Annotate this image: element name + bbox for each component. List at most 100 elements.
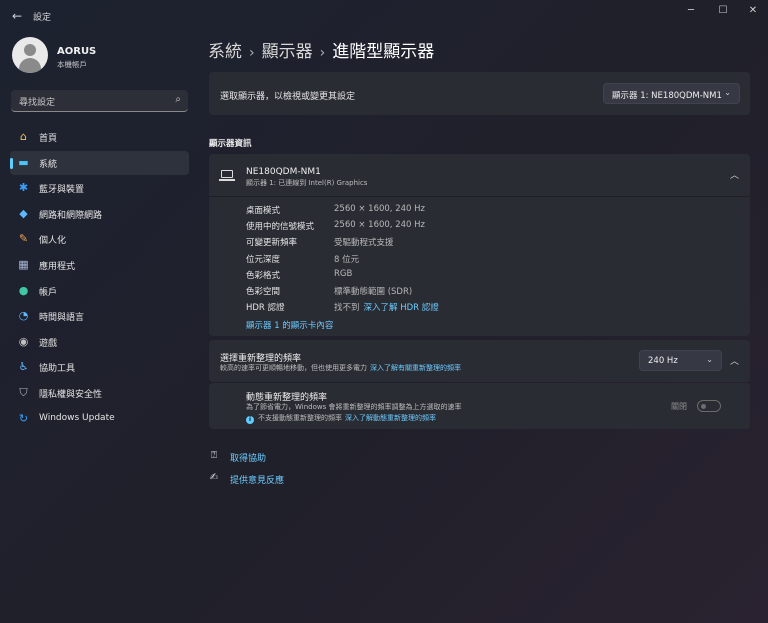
chevron-up-icon[interactable]: ︿ bbox=[730, 354, 739, 367]
avatar-body bbox=[19, 58, 41, 73]
close-button[interactable]: ✕ bbox=[738, 3, 768, 19]
breadcrumb: 系統 › 顯示器 › 進階型顯示器 bbox=[208, 37, 434, 62]
info-value-text: RGB bbox=[334, 268, 353, 279]
sidebar-item[interactable]: ⌂ 首頁 bbox=[10, 125, 189, 149]
display-info-header[interactable]: NE180QDM-NM1 顯示器 1: 已連線到 Intel(R) Graphi… bbox=[209, 154, 750, 197]
search-icon[interactable]: ⌕ bbox=[175, 94, 181, 105]
app-title: 設定 bbox=[33, 13, 52, 23]
sidebar-item[interactable]: ◉ 遊戲 bbox=[10, 330, 189, 354]
sidebar-item-label: 系統 bbox=[39, 159, 58, 170]
toggle-knob bbox=[701, 403, 706, 409]
accessibility-icon: ♿ bbox=[18, 360, 29, 374]
sidebar-item[interactable]: ▦ 應用程式 bbox=[10, 253, 189, 277]
sidebar-item[interactable]: ✱ 藍牙與裝置 bbox=[10, 176, 189, 200]
shield-icon: ⛉ bbox=[19, 385, 28, 399]
sidebar-item[interactable]: ♿ 協助工具 bbox=[10, 355, 189, 379]
search-input[interactable]: 尋找設定 ⌕ bbox=[11, 90, 188, 112]
globe-clock-icon: ◔ bbox=[18, 309, 29, 323]
dynamic-refresh-subtitle: 為了節省電力，Windows 會將重新整理的頻率調整為上方選取的速率 bbox=[246, 403, 462, 411]
sidebar-nav: ⌂ 首頁 ▬ 系統 ✱ 藍牙與裝置 ◆ 網路和網際網路 ✎ 個人化 ▦ 應用程式 ● 帳戶 ◔ 時間與語言 ◉ 遊… bbox=[10, 125, 189, 432]
sidebar-item-label: Windows Update bbox=[39, 412, 115, 423]
info-value: 8 位元 bbox=[334, 253, 359, 265]
refresh-rate-subtitle: 較高的速率可更順暢地移動，但也使用更多電力 深入了解有關重新整理的頻率 bbox=[220, 363, 461, 373]
info-value-text: 標準動態範圍 (SDR) bbox=[334, 286, 413, 297]
info-value-text: 受驅動程式支援 bbox=[334, 238, 394, 249]
sidebar-item-label: 帳戶 bbox=[39, 287, 58, 298]
info-value-text: 找不到 bbox=[334, 303, 360, 314]
account-icon: ● bbox=[18, 283, 29, 297]
info-key: HDR 認證 bbox=[246, 303, 285, 314]
monitor-name: NE180QDM-NM1 bbox=[246, 167, 321, 177]
section-title-display-info: 顯示器資訊 bbox=[209, 139, 252, 149]
help-chat-icon: ⍰ bbox=[211, 450, 217, 461]
display-dropdown[interactable]: 顯示器 1: NE180QDM-NM1 ⌄ bbox=[603, 83, 740, 104]
info-key: 可變更新頻率 bbox=[246, 238, 298, 249]
search-placeholder: 尋找設定 bbox=[19, 98, 56, 108]
display-select-label: 選取顯示器，以檢視或變更其設定 bbox=[220, 92, 356, 102]
breadcrumb-system[interactable]: 系統 bbox=[208, 42, 242, 62]
sidebar-item-label: 網路和網際網路 bbox=[39, 210, 103, 221]
feedback-icon: ✍ bbox=[209, 472, 219, 483]
bluetooth-icon: ✱ bbox=[18, 181, 29, 195]
maximize-button[interactable]: ☐ bbox=[708, 3, 738, 19]
display-dropdown-value: 顯示器 1: NE180QDM-NM1 bbox=[612, 91, 722, 101]
display-select-card: 選取顯示器，以檢視或變更其設定 顯示器 1: NE180QDM-NM1 ⌄ bbox=[209, 72, 750, 115]
sidebar-item[interactable]: ▬ 系統 bbox=[10, 150, 189, 175]
dynamic-refresh-toggle[interactable] bbox=[697, 400, 721, 412]
system-icon: ▬ bbox=[18, 155, 29, 169]
dynamic-refresh-note: i 不支援動態重新整理的頻率 深入了解動態重新整理的頻率 bbox=[246, 413, 436, 424]
info-key: 位元深度 bbox=[246, 254, 281, 265]
back-arrow-icon[interactable]: ← bbox=[10, 9, 24, 23]
brush-icon: ✎ bbox=[18, 232, 29, 246]
chevron-up-icon[interactable]: ︿ bbox=[730, 168, 739, 181]
refresh-rate-learn-link[interactable]: 深入了解有關重新整理的頻率 bbox=[370, 364, 461, 372]
info-value: 2560 × 1600, 240 Hz bbox=[334, 220, 425, 230]
info-icon: i bbox=[246, 416, 254, 424]
chevron-down-icon: ⌄ bbox=[706, 355, 713, 364]
info-key: 桌面模式 bbox=[246, 206, 281, 216]
sidebar-item-label: 個人化 bbox=[39, 236, 67, 247]
info-value-text: 8 位元 bbox=[334, 254, 360, 265]
adapter-properties-link[interactable]: 顯示器 1 的顯示卡內容 bbox=[246, 319, 333, 331]
display-info-card: NE180QDM-NM1 顯示器 1: 已連線到 Intel(R) Graphi… bbox=[209, 154, 750, 336]
user-name: AORUS bbox=[57, 46, 97, 57]
refresh-rate-dropdown[interactable]: 240 Hz ⌄ bbox=[639, 350, 722, 371]
sidebar-item-label: 遊戲 bbox=[39, 338, 58, 349]
account-type: 本機帳戶 bbox=[57, 60, 87, 69]
sidebar-item-label: 協助工具 bbox=[39, 364, 76, 375]
title-bar: ← 設定 ─ ☐ ✕ bbox=[0, 0, 768, 32]
info-key: 色彩空間 bbox=[246, 286, 281, 297]
sidebar-item[interactable]: ◆ 網路和網際網路 bbox=[10, 202, 189, 226]
apps-icon: ▦ bbox=[18, 257, 29, 271]
refresh-rate-desc: 較高的速率可更順暢地移動，但也使用更多電力 bbox=[220, 364, 367, 372]
chevron-down-icon: ⌄ bbox=[724, 88, 731, 97]
dynamic-refresh-learn-link[interactable]: 深入了解動態重新整理的頻率 bbox=[345, 414, 436, 422]
wifi-icon: ◆ bbox=[19, 206, 28, 220]
update-icon: ↻ bbox=[18, 411, 29, 425]
sidebar-item-label: 藍牙與裝置 bbox=[39, 185, 85, 196]
help-link-label: 取得協助 bbox=[230, 454, 267, 464]
sidebar-item-label: 隱私權與安全性 bbox=[39, 389, 103, 400]
dynamic-refresh-note-text: 不支援動態重新整理的頻率 bbox=[258, 414, 342, 422]
gamepad-icon: ◉ bbox=[18, 334, 29, 348]
laptop-icon bbox=[221, 170, 233, 178]
help-link-label: 提供意見反應 bbox=[230, 476, 285, 486]
breadcrumb-separator: › bbox=[249, 45, 255, 61]
info-value-text: 2560 × 1600, 240 Hz bbox=[334, 220, 425, 231]
avatar bbox=[12, 37, 48, 73]
info-value: 受驅動程式支援 bbox=[334, 236, 394, 248]
refresh-rate-card: 選擇重新整理的頻率 較高的速率可更順暢地移動，但也使用更多電力 深入了解有關重新整… bbox=[209, 340, 750, 382]
sidebar-item[interactable]: ↻ Windows Update bbox=[10, 407, 189, 431]
breadcrumb-separator: › bbox=[319, 45, 326, 61]
info-value-text: 2560 × 1600, 240 Hz bbox=[334, 204, 425, 214]
info-value-link[interactable]: 深入了解 HDR 認證 bbox=[364, 303, 439, 313]
sidebar-item[interactable]: ⛉ 隱私權與安全性 bbox=[10, 381, 189, 405]
sidebar-item[interactable]: ◔ 時間與語言 bbox=[10, 304, 189, 328]
avatar-head bbox=[24, 44, 36, 56]
sidebar-item[interactable]: ● 帳戶 bbox=[10, 279, 189, 303]
breadcrumb-display[interactable]: 顯示器 bbox=[262, 42, 313, 62]
sidebar-item-label: 首頁 bbox=[39, 134, 58, 144]
minimize-button[interactable]: ─ bbox=[676, 3, 706, 19]
sidebar-item[interactable]: ✎ 個人化 bbox=[10, 227, 189, 251]
info-key: 使用中的信號模式 bbox=[246, 222, 315, 233]
